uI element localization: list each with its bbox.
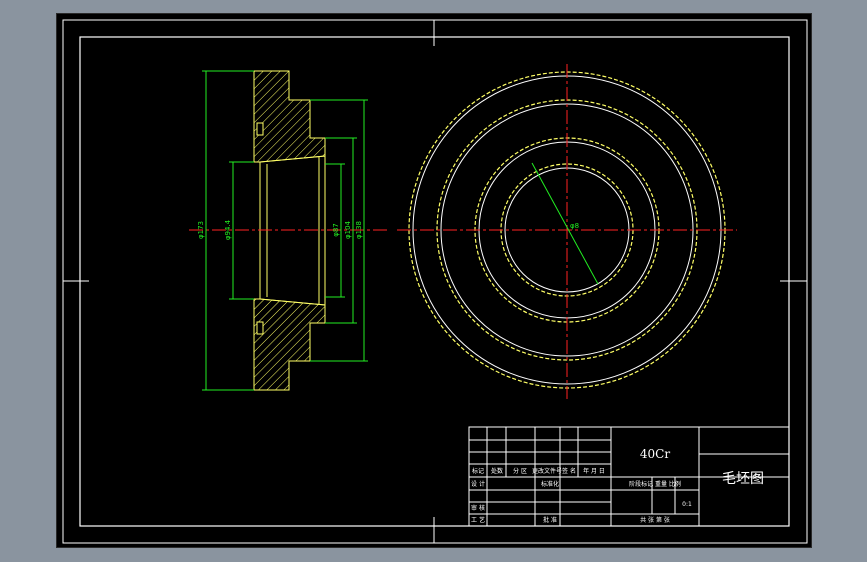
dim-mid-dia: φ104	[344, 220, 352, 239]
outer-border	[62, 19, 808, 544]
section-hatch-upper	[253, 70, 326, 163]
tb-label-process: 工 艺	[471, 516, 485, 524]
inner-border	[79, 36, 790, 527]
drawing-title: 毛坯图	[722, 471, 764, 487]
dim-bore-dia: φ94.4	[224, 219, 232, 240]
dim-hub-dia: φ87	[332, 223, 340, 237]
sheets-label: 共 张 第 张	[640, 516, 670, 524]
slot-upper	[256, 122, 264, 136]
cad-viewport[interactable]: φ173 φ94.4 φ87 φ104 φ138 φ8 40Cr 毛坯图 0:1…	[56, 13, 812, 548]
front-dim-line	[531, 162, 599, 285]
front-view[interactable]: φ8	[397, 64, 737, 399]
tb-label-count: 处数	[491, 467, 503, 475]
drawing-canvas: φ173 φ94.4 φ87 φ104 φ138 φ8 40Cr 毛坯图 0:1…	[62, 19, 808, 544]
tb-label-date: 年 月 日	[583, 467, 605, 475]
dim-step-dia: φ138	[355, 221, 363, 239]
slot-lower	[256, 321, 264, 335]
scale-label: 0:1	[682, 501, 692, 508]
tb-label-approve: 批 准	[543, 516, 557, 524]
tb-label-change-doc: 更改文件号	[532, 467, 562, 475]
tb-label-design: 设 计	[471, 480, 485, 488]
stage-labels: 阶段标记 重量 比例	[629, 480, 681, 488]
tb-label-zone: 分 区	[513, 467, 527, 475]
tb-label-standardize: 标准化	[541, 480, 559, 488]
tb-label-mark: 标记	[472, 467, 484, 475]
front-dim-label: φ8	[570, 222, 579, 230]
tb-label-sign: 签 名	[562, 467, 576, 475]
section-view[interactable]: φ173 φ94.4 φ87 φ104 φ138	[189, 70, 389, 391]
dim-outer-dia: φ173	[197, 221, 205, 239]
tb-label-review: 审 核	[471, 504, 485, 512]
material-label: 40Cr	[640, 447, 670, 461]
section-hatch-lower	[253, 298, 326, 391]
